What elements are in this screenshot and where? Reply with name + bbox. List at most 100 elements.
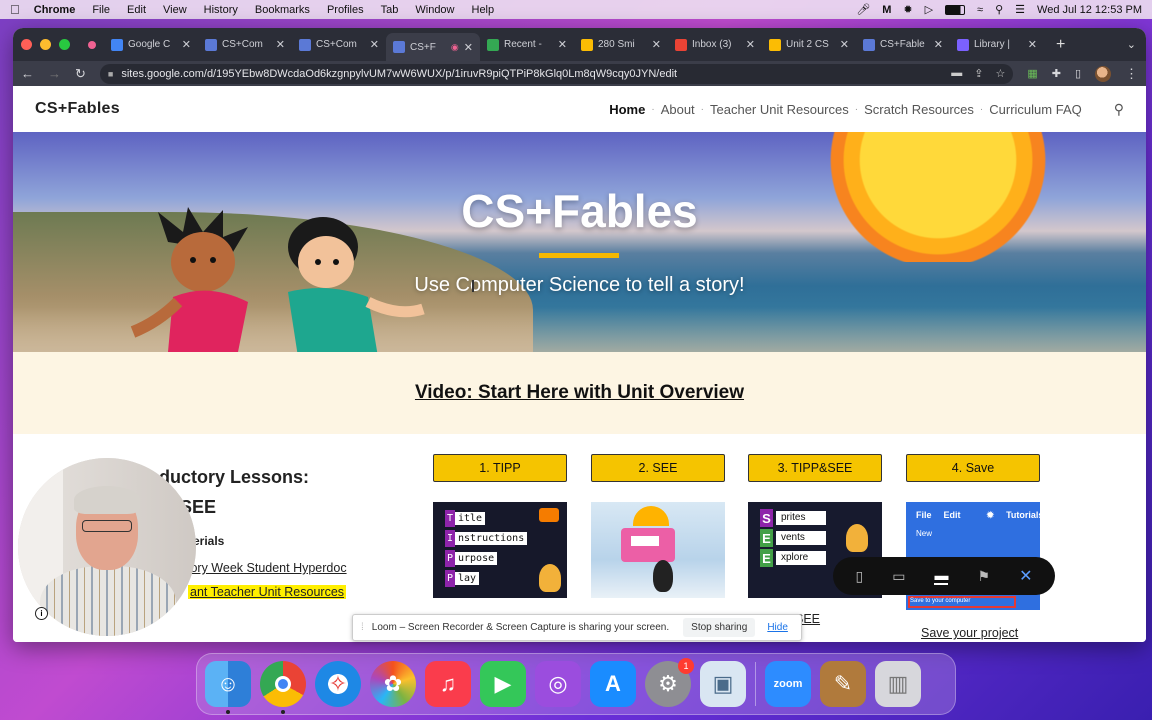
browser-tab[interactable]: Unit 2 CS ✕ — [762, 33, 856, 57]
nav-home[interactable]: Home — [603, 102, 651, 117]
back-arrow-icon[interactable]: ← — [21, 66, 34, 81]
gear-status-icon[interactable]: ✹ — [903, 3, 912, 16]
close-window-button[interactable] — [21, 39, 32, 50]
appstore-icon[interactable]: A — [590, 661, 636, 707]
tablet-preview-icon[interactable]: ▭ — [892, 568, 905, 585]
info-icon[interactable]: i — [35, 607, 48, 620]
browser-tab-active[interactable]: CS+F ◉ ✕ — [386, 33, 480, 61]
battery-icon[interactable] — [945, 4, 966, 15]
browser-tab[interactable]: Recent - ✕ — [480, 33, 574, 57]
video-overview-link[interactable]: Video: Start Here with Unit Overview — [415, 382, 744, 404]
tipp-see-button[interactable]: 3. TIPP&SEE — [748, 454, 882, 482]
menu-tab[interactable]: Tab — [381, 4, 399, 16]
tab-close-icon[interactable]: ✕ — [182, 38, 191, 51]
tab-close-icon[interactable]: ✕ — [464, 41, 473, 54]
music-icon[interactable]: ♫ — [425, 661, 471, 707]
photos-icon[interactable]: ✿ — [370, 661, 416, 707]
menu-edit[interactable]: Edit — [127, 4, 146, 16]
extension-icon[interactable]: ▦ — [1027, 67, 1037, 80]
bookmark-star-icon[interactable]: ☆ — [995, 67, 1005, 80]
tab-close-icon[interactable]: ✕ — [840, 38, 849, 51]
spotlight-icon[interactable]: ⚲ — [995, 3, 1003, 16]
browser-tab[interactable]: CS+Com ✕ — [292, 33, 386, 57]
settings-icon[interactable]: ⚙ 1 — [645, 658, 694, 707]
microphone-icon[interactable]: 🎤︎ — [856, 3, 870, 16]
notes-icon[interactable]: ✎ — [820, 661, 866, 707]
zoom-icon[interactable]: zoom — [765, 661, 811, 707]
site-brand[interactable]: CS+Fables — [35, 100, 120, 118]
menubar-clock[interactable]: Wed Jul 12 12:53 PM — [1037, 4, 1142, 16]
chrome-icon[interactable] — [260, 661, 306, 714]
play-status-icon[interactable]: ▷ — [925, 3, 933, 16]
finder-icon[interactable]: ☺ — [205, 661, 251, 714]
tab-close-icon[interactable]: ✕ — [370, 38, 379, 51]
podcasts-icon[interactable]: ◎ — [535, 661, 581, 707]
nav-scratch-resources[interactable]: Scratch Resources — [858, 102, 980, 117]
maximize-window-button[interactable] — [59, 39, 70, 50]
new-tab-button[interactable]: + — [1056, 36, 1065, 54]
tab-label: Inbox (3) — [692, 39, 732, 50]
side-panel-icon[interactable]: ▯ — [1075, 67, 1081, 80]
teacher-unit-resources-link[interactable]: ant Teacher Unit Resources — [188, 585, 347, 599]
browser-tab[interactable]: Google C ✕ — [104, 33, 198, 57]
browser-tab[interactable]: Library | ✕ — [950, 33, 1044, 57]
address-bar[interactable]: ■ sites.google.com/d/195YEbw8DWcdaOd6kzg… — [99, 63, 1014, 84]
browser-tab[interactable]: 280 Smi ✕ — [574, 33, 668, 57]
kebab-menu-icon[interactable]: ⋮ — [1125, 66, 1138, 82]
tab-label: Unit 2 CS — [786, 39, 829, 50]
menu-history[interactable]: History — [204, 4, 238, 16]
cast-icon[interactable]: ▬ — [951, 67, 962, 80]
menu-window[interactable]: Window — [415, 4, 454, 16]
facetime-icon[interactable]: ▶ — [480, 661, 526, 707]
menu-help[interactable]: Help — [472, 4, 495, 16]
close-preview-icon[interactable]: ✕ — [1019, 566, 1032, 586]
profile-avatar[interactable] — [1095, 65, 1111, 82]
lock-icon[interactable]: ■ — [108, 69, 113, 79]
browser-tab[interactable]: Inbox (3) ✕ — [668, 33, 762, 57]
comment-icon[interactable]: ⚑ — [978, 568, 991, 585]
preview-icon[interactable]: ▣ — [700, 661, 746, 707]
safari-icon[interactable]: ✧ — [315, 661, 361, 707]
nav-about[interactable]: About — [655, 102, 701, 117]
forward-arrow-icon[interactable]: → — [48, 66, 61, 81]
wifi-icon[interactable]: ≈ — [977, 4, 983, 16]
browser-tab[interactable]: CS+Com ✕ — [198, 33, 292, 57]
control-center-icon[interactable]: ☰ — [1015, 3, 1025, 16]
reload-icon[interactable]: ↻ — [75, 66, 86, 82]
menu-app-name[interactable]: Chrome — [34, 4, 76, 16]
nav-teacher-unit-resources[interactable]: Teacher Unit Resources — [704, 102, 855, 117]
phone-preview-icon[interactable]: ▯ — [856, 568, 864, 585]
malwarebytes-icon[interactable]: M — [882, 4, 891, 16]
stop-sharing-button[interactable]: Stop sharing — [683, 618, 756, 637]
tab-close-icon[interactable]: ✕ — [558, 38, 567, 51]
puzzle-extensions-icon[interactable]: ✚ — [1052, 67, 1061, 80]
desktop-preview-icon[interactable]: ▬ — [934, 567, 949, 585]
tipp-thumbnail[interactable]: T itle I nstructions P urpose P lay — [433, 502, 567, 598]
save-button[interactable]: 4. Save — [906, 454, 1040, 482]
see-button[interactable]: 2. SEE — [591, 454, 725, 482]
tab-close-icon[interactable]: ✕ — [276, 38, 285, 51]
menu-view[interactable]: View — [163, 4, 187, 16]
trash-icon[interactable]: ▥ — [875, 661, 921, 707]
see-thumbnail[interactable] — [591, 502, 725, 598]
tab-close-icon[interactable]: ✕ — [746, 38, 755, 51]
menu-profiles[interactable]: Profiles — [327, 4, 364, 16]
tab-search-chevron-icon[interactable]: ⌄ — [1127, 38, 1136, 51]
student-hyperdoc-link[interactable]: tory Week Student Hyperdoc — [187, 561, 347, 575]
tab-close-icon[interactable]: ✕ — [934, 38, 943, 51]
menu-bookmarks[interactable]: Bookmarks — [255, 4, 310, 16]
drag-handle-icon[interactable]: ⁞ — [361, 622, 364, 633]
browser-tab[interactable]: CS+Fable ✕ — [856, 33, 950, 57]
minimize-window-button[interactable] — [40, 39, 51, 50]
nav-curriculum-faq[interactable]: Curriculum FAQ — [983, 102, 1087, 117]
share-icon[interactable]: ⇪ — [974, 67, 983, 80]
tipp-button[interactable]: 1. TIPP — [433, 454, 567, 482]
menu-file[interactable]: File — [92, 4, 110, 16]
lessons-heading-line2: SEE — [180, 497, 217, 517]
hide-notice-button[interactable]: Hide — [767, 622, 788, 633]
tab-close-icon[interactable]: ✕ — [1028, 38, 1037, 51]
search-icon[interactable]: ⚲ — [1114, 101, 1124, 118]
apple-icon[interactable]:  — [10, 2, 20, 17]
tab-close-icon[interactable]: ✕ — [652, 38, 661, 51]
save-project-link[interactable]: Save your project — [921, 626, 1018, 640]
